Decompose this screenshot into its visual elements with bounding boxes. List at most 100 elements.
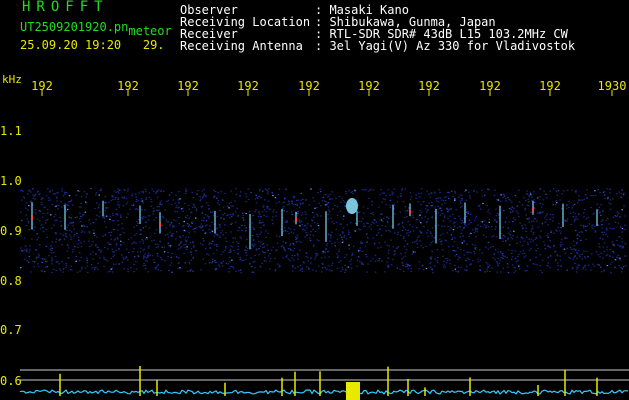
noise-pixel (188, 224, 190, 226)
noise-pixel (547, 233, 549, 235)
noise-pixel (479, 249, 481, 251)
noise-pixel (54, 213, 57, 216)
noise-pixel (131, 204, 133, 206)
noise-pixel (65, 264, 68, 266)
noise-pixel (199, 200, 201, 202)
noise-pixel (510, 208, 512, 210)
noise-pixel (203, 220, 205, 222)
noise-pixel (226, 214, 228, 216)
noise-pixel (215, 232, 217, 234)
noise-pixel (602, 257, 604, 259)
noise-pixel (142, 227, 145, 229)
noise-pixel (495, 215, 498, 217)
noise-pixel (308, 267, 310, 269)
noise-pixel (555, 229, 557, 231)
noise-pixel (343, 201, 346, 203)
noise-pixel (412, 241, 414, 244)
noise-pixel (351, 254, 353, 256)
noise-pixel (239, 195, 241, 197)
noise-pixel (331, 262, 334, 264)
noise-pixel (66, 192, 68, 194)
noise-pixel (535, 249, 537, 252)
noise-pixel (147, 252, 150, 254)
noise-pixel (566, 247, 569, 249)
noise-pixel (58, 263, 60, 265)
noise-pixel (167, 221, 170, 223)
noise-pixel (345, 193, 347, 195)
noise-pixel (514, 267, 516, 269)
noise-pixel (41, 261, 43, 263)
noise-pixel (272, 211, 274, 213)
noise-pixel (241, 229, 243, 231)
noise-pixel (493, 219, 496, 221)
noise-pixel (24, 249, 26, 251)
noise-pixel (230, 231, 232, 233)
noise-pixel (300, 192, 302, 194)
noise-pixel (497, 264, 499, 266)
noise-pixel (586, 189, 588, 191)
noise-pixel (30, 217, 33, 219)
noise-pixel (481, 195, 484, 197)
spectrogram-plot (19, 90, 629, 400)
noise-pixel (245, 212, 247, 215)
noise-pixel (390, 264, 393, 266)
noise-pixel (238, 270, 240, 272)
noise-pixel (335, 197, 337, 199)
noise-pixel (578, 213, 580, 215)
noise-pixel (410, 268, 412, 270)
noise-pixel (463, 249, 465, 252)
noise-pixel (366, 271, 368, 273)
noise-pixel (21, 249, 23, 251)
noise-pixel (305, 252, 308, 254)
noise-pixel (528, 221, 530, 223)
noise-pixel (404, 240, 407, 242)
noise-pixel (292, 266, 294, 268)
noise-pixel (345, 238, 348, 240)
noise-pixel (606, 236, 609, 238)
noise-pixel (80, 202, 82, 204)
noise-pixel (486, 268, 488, 270)
noise-pixel (542, 259, 544, 261)
noise-pixel (459, 257, 461, 259)
noise-pixel (248, 198, 250, 200)
noise-pixel (473, 190, 475, 192)
noise-pixel (73, 235, 75, 237)
noise-pixel (183, 244, 185, 246)
noise-pixel (536, 197, 539, 199)
noise-pixel (417, 201, 419, 203)
noise-pixel (262, 190, 264, 192)
noise-pixel (357, 250, 360, 252)
noise-pixel (500, 257, 502, 259)
noise-pixel (245, 252, 247, 254)
noise-pixel (527, 204, 530, 207)
noise-pixel (526, 269, 528, 272)
noise-pixel (224, 224, 226, 226)
noise-pixel (68, 195, 71, 197)
noise-pixel (396, 247, 398, 249)
noise-pixel (284, 230, 286, 232)
noise-pixel (113, 229, 115, 231)
noise-pixel (431, 268, 433, 270)
noise-pixel (314, 230, 317, 232)
noise-pixel (209, 225, 211, 227)
noise-pixel (572, 258, 574, 260)
noise-pixel (255, 202, 258, 204)
noise-pixel (252, 227, 254, 229)
noise-pixel (146, 257, 148, 259)
noise-pixel (249, 226, 251, 228)
noise-pixel (348, 244, 350, 246)
noise-pixel (394, 213, 396, 215)
noise-pixel (511, 264, 514, 266)
noise-pixel (360, 242, 362, 245)
noise-pixel (439, 191, 441, 194)
x-tick-label: 1930 (597, 79, 627, 93)
noise-pixel (237, 248, 239, 250)
noise-pixel (394, 250, 396, 252)
noise-pixel (61, 190, 63, 192)
noise-pixel (183, 221, 185, 223)
noise-pixel (66, 244, 69, 246)
noise-pixel (157, 269, 159, 271)
noise-pixel (502, 196, 504, 198)
noise-pixel (31, 223, 33, 225)
noise-pixel (526, 236, 528, 238)
